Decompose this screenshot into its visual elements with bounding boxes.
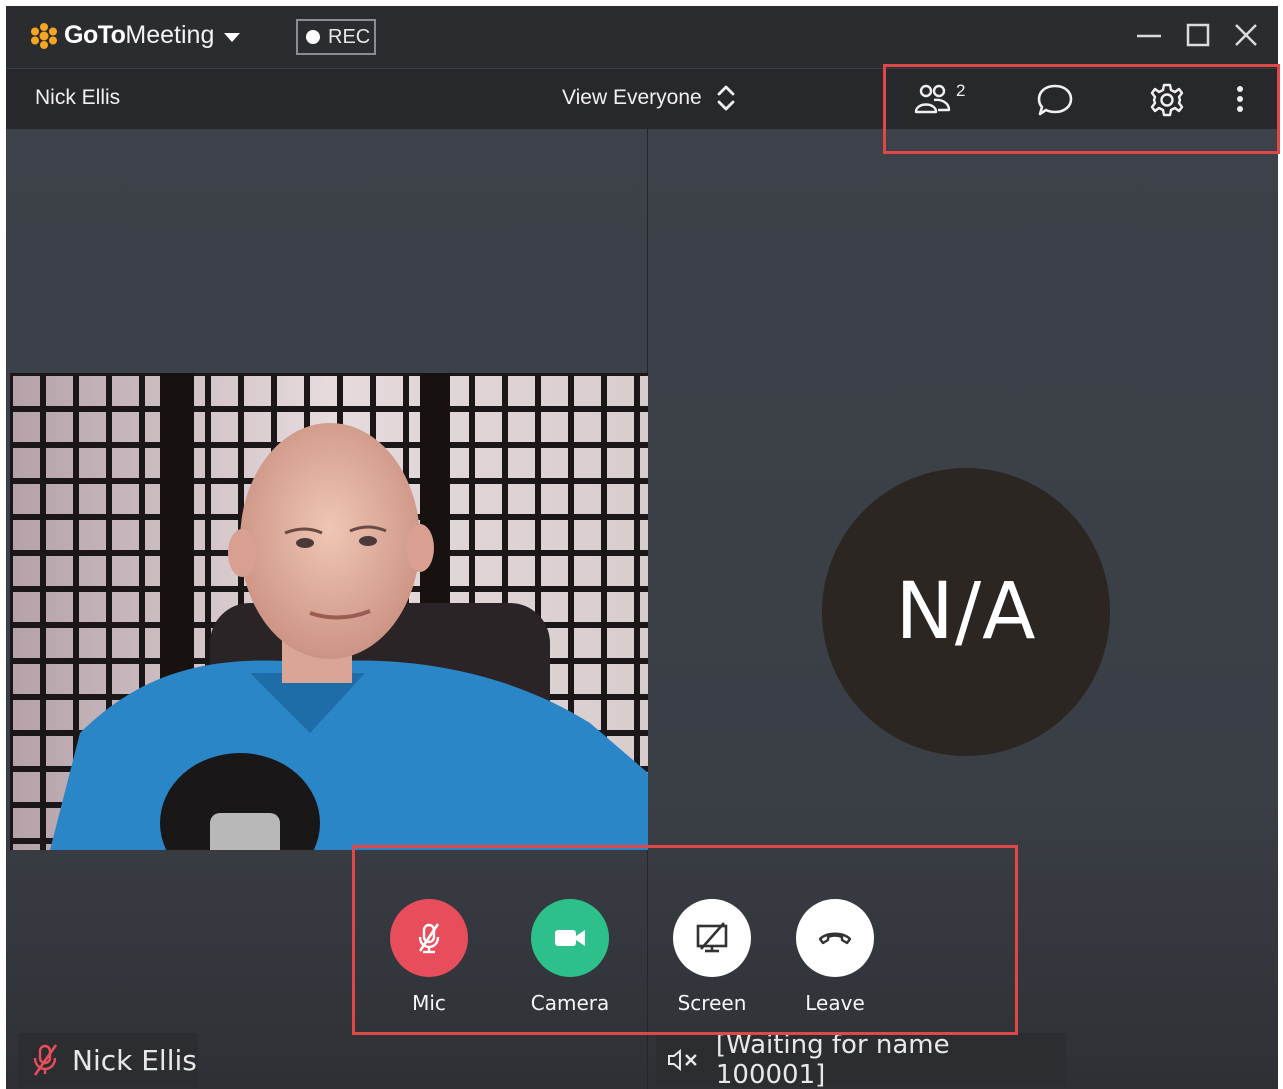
remote-participant-name: [Waiting for name 100001] (715, 1030, 950, 1089)
remote-name-tag: [Waiting for name 100001] (656, 1030, 1066, 1089)
screen-share-off-icon (696, 922, 728, 953)
minimize-icon[interactable] (1134, 20, 1164, 50)
chat-icon[interactable] (1036, 82, 1074, 118)
gotomeeting-window: GoTo Meeting REC Nick Ellis View Everyone (6, 6, 1278, 1089)
close-icon[interactable] (1231, 20, 1261, 50)
mic-button-circle (390, 899, 468, 977)
leave-button[interactable]: Leave (796, 899, 874, 1015)
host-name: Nick Ellis (35, 86, 121, 109)
chevron-down-icon (224, 32, 241, 42)
webcam-video (10, 373, 648, 850)
mic-muted-icon (33, 1044, 58, 1076)
logo-text-bold: GoTo (64, 21, 126, 49)
participant-count: 2 (956, 81, 966, 100)
participant-avatar: N/A (822, 468, 1110, 756)
screen-button-circle (673, 899, 751, 977)
camera-button-circle (531, 899, 609, 977)
mic-muted-icon (418, 923, 440, 954)
speaker-muted-icon (667, 1048, 697, 1072)
camera-label: Camera (530, 991, 610, 1015)
leave-label: Leave (805, 991, 865, 1015)
local-participant-name: Nick Ellis (72, 1043, 197, 1077)
mic-label: Mic (412, 991, 446, 1015)
view-everyone-selector[interactable]: View Everyone (562, 83, 736, 113)
rec-dot-icon (306, 30, 320, 44)
leave-button-circle (796, 899, 874, 977)
hang-up-icon (818, 932, 852, 945)
meeting-header: Nick Ellis View Everyone 2 (6, 68, 1278, 129)
screen-label: Screen (677, 991, 747, 1015)
more-vertical-icon[interactable] (1234, 82, 1246, 116)
sort-chevrons-icon (717, 85, 735, 111)
view-label: View Everyone (562, 86, 702, 109)
app-menu-button[interactable]: GoTo Meeting (30, 21, 241, 50)
logo-star-icon (31, 22, 57, 49)
gear-icon[interactable] (1149, 82, 1185, 118)
title-bar: GoTo Meeting REC (6, 6, 1278, 68)
record-button[interactable]: REC (296, 19, 376, 55)
screen-share-button[interactable]: Screen (673, 899, 751, 1015)
logo-text-light: Meeting (125, 21, 215, 49)
local-name-tag: Nick Ellis (18, 1033, 198, 1087)
video-camera-icon (555, 930, 585, 946)
record-label: REC (328, 25, 371, 48)
camera-button[interactable]: Camera (531, 899, 609, 1015)
mic-button[interactable]: Mic (390, 899, 468, 1015)
maximize-icon[interactable] (1183, 20, 1213, 50)
video-stage: N/A Mic Camera Screen Leave Nick Ellis [… (6, 129, 1278, 1089)
participants-icon[interactable] (914, 82, 952, 116)
